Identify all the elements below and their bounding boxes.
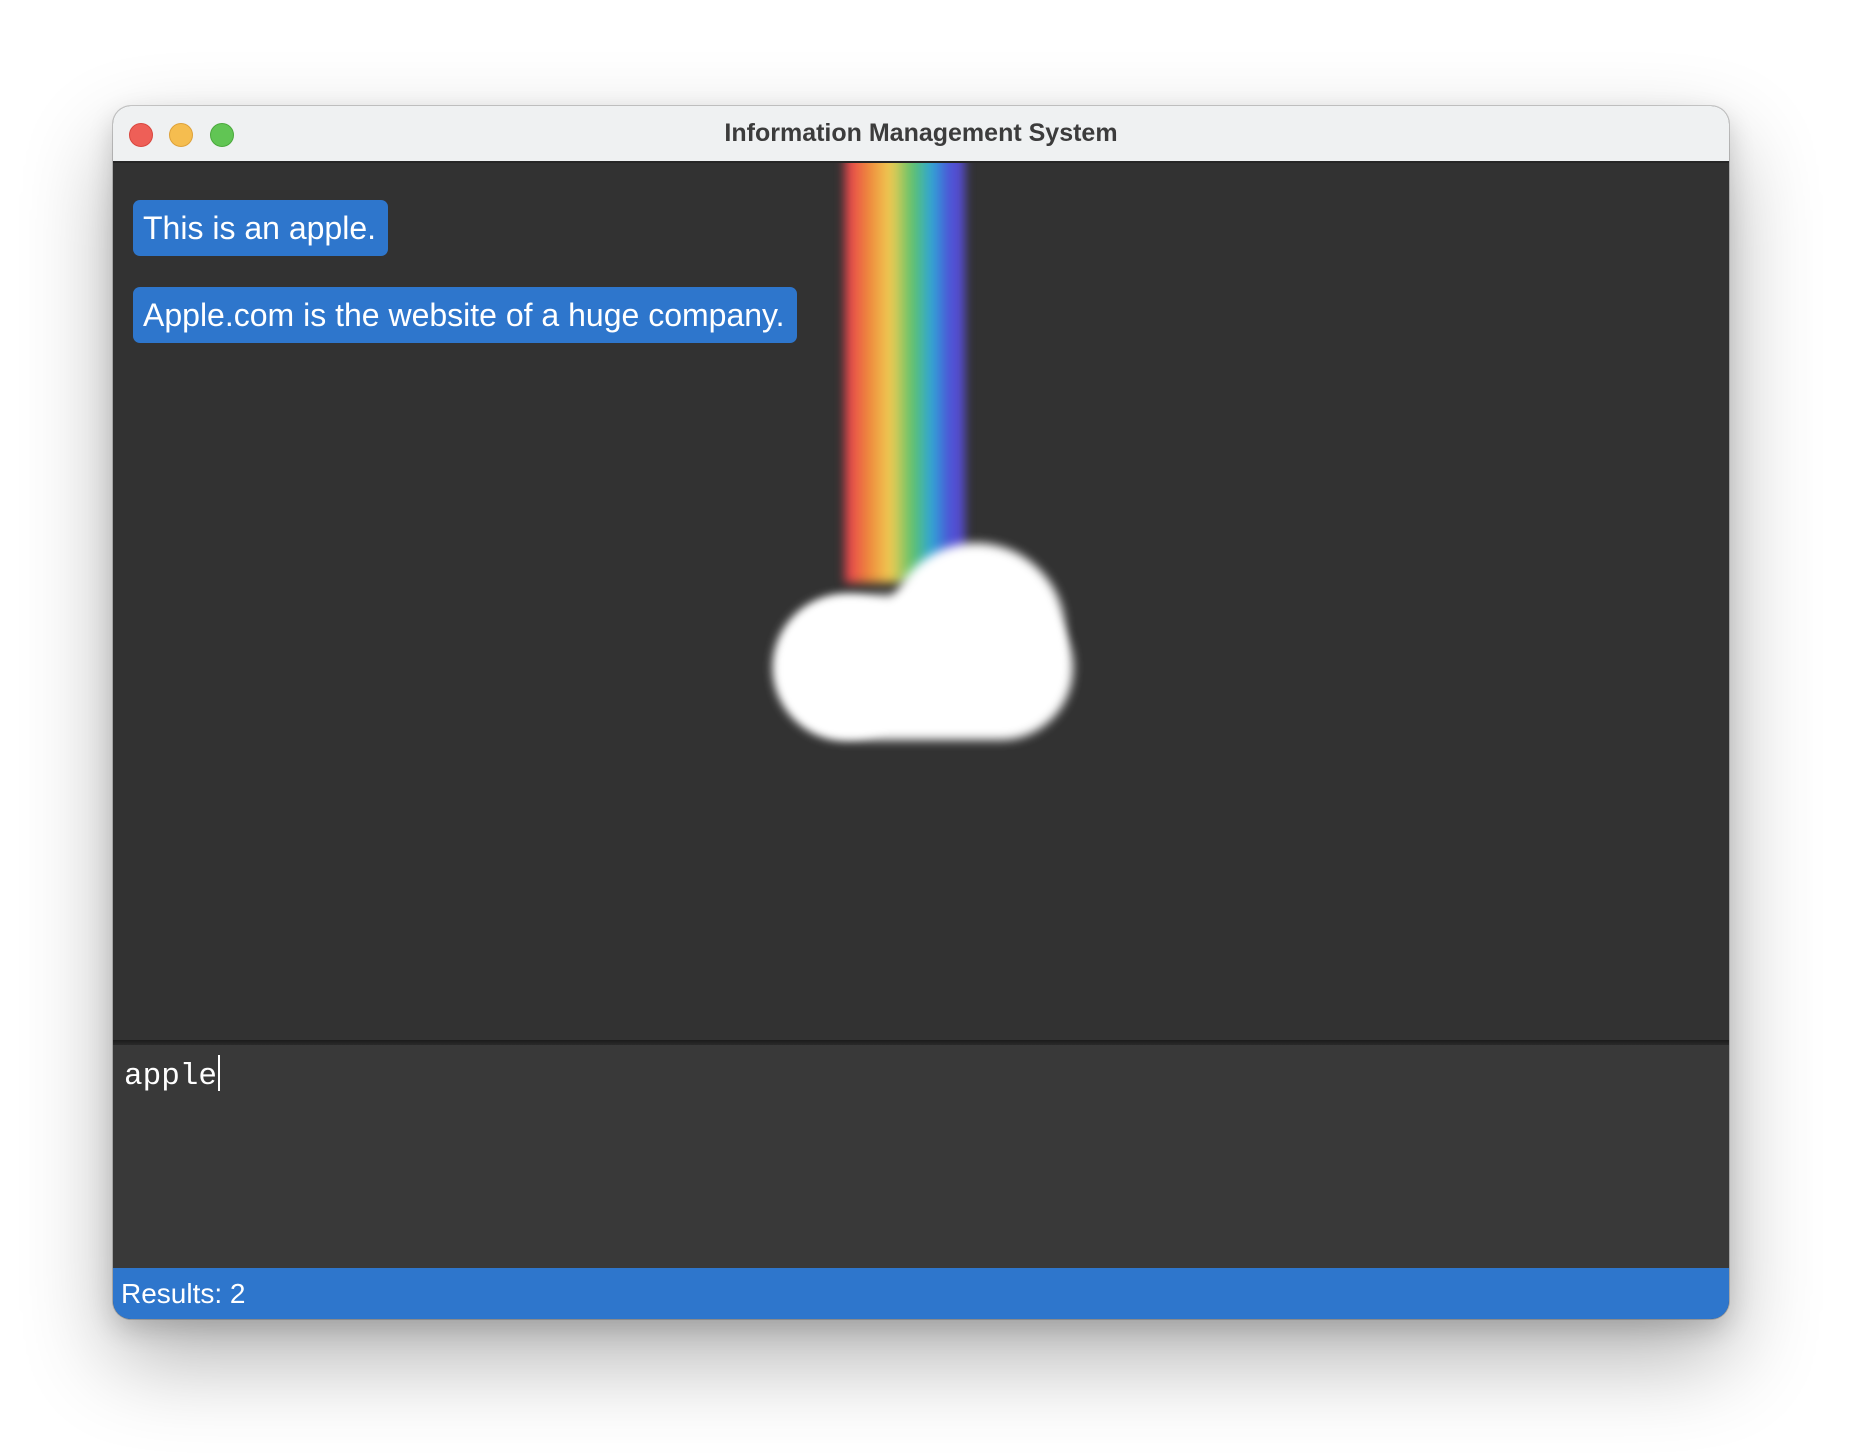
search-query: apple xyxy=(124,1059,218,1094)
search-input[interactable]: apple xyxy=(113,1045,1729,1268)
text-caret xyxy=(218,1055,221,1091)
result-item[interactable]: This is an apple. xyxy=(133,200,389,256)
title-bar: Information Management System xyxy=(113,106,1729,163)
search-input-text: apple xyxy=(124,1055,221,1097)
rainbow-graphic xyxy=(845,163,965,583)
results-count: Results: 2 xyxy=(121,1278,246,1309)
results-panel: This is an apple. Apple.com is the websi… xyxy=(113,163,1729,1040)
window-title: Information Management System xyxy=(724,119,1118,147)
result-item[interactable]: Apple.com is the website of a huge compa… xyxy=(133,287,797,343)
app-window: Information Management System This is an… xyxy=(113,106,1729,1319)
cloud-graphic xyxy=(779,597,919,737)
cloud-graphic xyxy=(887,543,1065,721)
status-bar: Results: 2 xyxy=(113,1268,1729,1319)
